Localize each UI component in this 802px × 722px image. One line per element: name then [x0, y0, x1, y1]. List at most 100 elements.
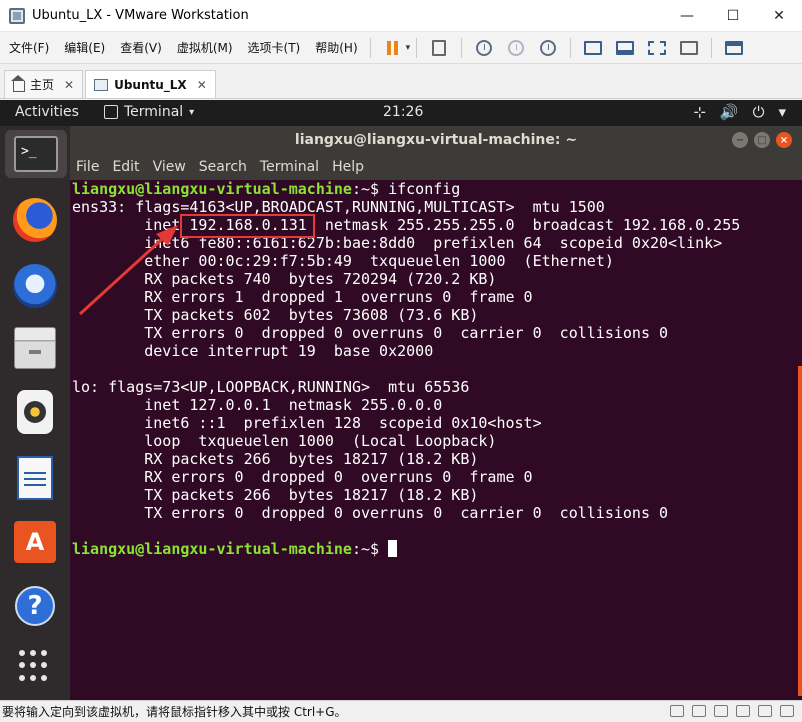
output-line: inet 127.0.0.1 netmask 255.0.0.0: [72, 396, 443, 414]
dock-libreoffice-writer[interactable]: [11, 454, 59, 502]
terminal-menu-file[interactable]: File: [76, 159, 99, 175]
dock-help[interactable]: ?: [11, 582, 59, 630]
menu-vm[interactable]: 虚拟机(M): [171, 39, 239, 56]
dock-rhythmbox[interactable]: [11, 388, 59, 436]
dock-show-applications[interactable]: [11, 642, 59, 690]
terminal-menu-view[interactable]: View: [153, 159, 186, 175]
close-tab-icon[interactable]: ✕: [197, 78, 207, 92]
close-tab-icon[interactable]: ✕: [64, 78, 74, 92]
app-menu[interactable]: Terminal ▾: [104, 104, 194, 120]
console-view-icon[interactable]: [722, 36, 746, 60]
terminal-menubar: File Edit View Search Terminal Help: [70, 154, 802, 180]
menu-file[interactable]: 文件(F): [3, 39, 55, 56]
chevron-down-icon: ▾: [778, 103, 786, 121]
device-icons: [670, 705, 794, 717]
output-line: TX errors 0 dropped 0 overruns 0 carrier…: [72, 504, 669, 522]
revert-snapshot-icon[interactable]: [504, 36, 528, 60]
system-tray[interactable]: ⊹ 🔊 ⏻ ▾: [693, 103, 786, 121]
window-controls: — ☐ ✕: [664, 0, 802, 32]
output-line: RX errors 0 dropped 0 overruns 0 frame 0: [72, 468, 533, 486]
terminal-menu-help[interactable]: Help: [332, 159, 364, 175]
tab-home[interactable]: 主页 ✕: [4, 70, 84, 98]
terminal-app-icon: [104, 105, 118, 119]
chevron-down-icon: ▾: [189, 106, 195, 118]
writer-icon: [17, 456, 53, 500]
full-screen-icon[interactable]: [645, 36, 669, 60]
status-hint: 要将输入定向到该虚拟机，请将鼠标指针移入其中或按 Ctrl+G。: [2, 705, 347, 719]
terminal-prompt-line: liangxu@liangxu-virtual-machine:~$: [72, 540, 800, 558]
unity-icon[interactable]: [677, 36, 701, 60]
menu-tabs[interactable]: 选项卡(T): [242, 39, 307, 56]
terminal-title: liangxu@liangxu-virtual-machine: ~: [294, 132, 578, 148]
maximize-button[interactable]: ☐: [710, 0, 756, 32]
ubuntu-top-bar: Activities Terminal ▾ 21:26 ⊹ 🔊 ⏻ ▾: [0, 100, 802, 126]
menu-toolbar: 文件(F) 编辑(E) 查看(V) 虚拟机(M) 选项卡(T) 帮助(H) ▾: [0, 32, 802, 64]
status-bar: 要将输入定向到该虚拟机，请将鼠标指针移入其中或按 Ctrl+G。: [0, 700, 802, 722]
files-icon: [14, 327, 56, 369]
output-line: TX errors 0 dropped 0 overruns 0 carrier…: [72, 324, 669, 342]
toolbar-separator: [461, 37, 463, 58]
minimize-button[interactable]: —: [664, 0, 710, 32]
terminal-title-bar: liangxu@liangxu-virtual-machine: ~ − □ ×: [70, 126, 802, 154]
sound-icon[interactable]: [758, 705, 772, 717]
power-icon: ⏻: [752, 103, 765, 121]
ubuntu-dock: >_ A ?: [0, 126, 70, 700]
dock-firefox[interactable]: [11, 196, 59, 244]
terminal-window: liangxu@liangxu-virtual-machine: ~ − □ ×…: [70, 126, 802, 700]
thumbnail-icon[interactable]: [613, 36, 637, 60]
terminal-menu-edit[interactable]: Edit: [112, 159, 139, 175]
menu-edit[interactable]: 编辑(E): [58, 39, 111, 56]
output-line: TX packets 266 bytes 18217 (18.2 KB): [72, 486, 479, 504]
tab-label: 主页: [30, 78, 55, 92]
network-icon: ⊹: [693, 103, 706, 121]
pause-icon[interactable]: [381, 36, 405, 60]
activities-button[interactable]: Activities: [15, 104, 79, 120]
terminal-prompt-line: liangxu@liangxu-virtual-machine:~$ ifcon…: [72, 180, 800, 198]
dock-files[interactable]: [11, 324, 59, 372]
snapshot-manager-icon[interactable]: [536, 36, 560, 60]
snapshot-icon[interactable]: [472, 36, 496, 60]
tab-label: Ubuntu_LX: [114, 77, 187, 92]
home-icon: [11, 74, 25, 92]
library-icon[interactable]: [581, 36, 605, 60]
tab-bar: 主页 ✕ Ubuntu_LX ✕: [0, 65, 802, 99]
clock[interactable]: 21:26: [383, 104, 423, 120]
dock-thunderbird[interactable]: [11, 262, 59, 310]
window-title: Ubuntu_LX - VMware Workstation: [32, 8, 249, 23]
prompt-user: liangxu@liangxu-virtual-machine: [72, 540, 352, 558]
close-button[interactable]: ✕: [756, 0, 802, 32]
terminal-menu-terminal[interactable]: Terminal: [260, 159, 319, 175]
output-line: device interrupt 19 base 0x2000: [72, 342, 434, 360]
help-icon: ?: [15, 586, 55, 626]
network-adapter-icon[interactable]: [714, 705, 728, 717]
tab-ubuntu-lx[interactable]: Ubuntu_LX ✕: [85, 70, 216, 98]
software-center-icon: A: [14, 521, 56, 563]
dock-terminal[interactable]: >_: [5, 130, 67, 178]
terminal-maximize-button[interactable]: □: [754, 132, 770, 148]
toolbar-separator: [416, 37, 418, 58]
output-line: lo: flags=73<UP,LOOPBACK,RUNNING> mtu 65…: [72, 378, 470, 396]
send-ctrl-alt-del-icon[interactable]: [427, 36, 451, 60]
annotation-arrow: [78, 225, 178, 316]
terminal-scrollbar[interactable]: [798, 366, 802, 696]
terminal-close-button[interactable]: ×: [776, 132, 792, 148]
ip-highlight-box: [180, 214, 315, 238]
vm-display[interactable]: Activities Terminal ▾ 21:26 ⊹ 🔊 ⏻ ▾ >_ A…: [0, 100, 802, 700]
terminal-menu-search[interactable]: Search: [199, 159, 247, 175]
menu-view[interactable]: 查看(V): [114, 39, 168, 56]
chevron-down-icon[interactable]: ▾: [406, 43, 411, 53]
vm-icon: [94, 78, 109, 91]
terminal-minimize-button[interactable]: −: [732, 132, 748, 148]
cd-rom-icon[interactable]: [692, 705, 706, 717]
dock-software[interactable]: A: [11, 518, 59, 566]
usb-icon[interactable]: [736, 705, 750, 717]
display-icon[interactable]: [780, 705, 794, 717]
hard-disk-icon[interactable]: [670, 705, 684, 717]
output-line: RX packets 266 bytes 18217 (18.2 KB): [72, 450, 479, 468]
vmware-app-icon: [9, 7, 25, 24]
window-title-bar: Ubuntu_LX - VMware Workstation — ☐ ✕: [0, 0, 802, 32]
menu-help[interactable]: 帮助(H): [309, 39, 363, 56]
prompt-user: liangxu@liangxu-virtual-machine: [72, 180, 352, 198]
